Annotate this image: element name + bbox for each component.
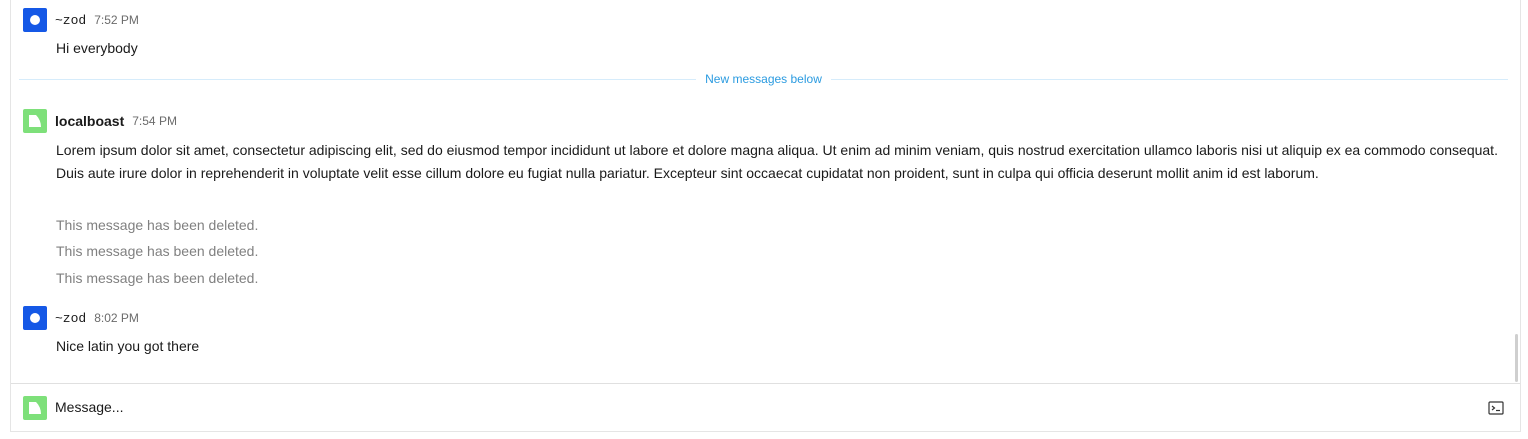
avatar-self xyxy=(23,396,47,420)
message-composer xyxy=(11,383,1520,431)
deleted-message: This message has been deleted. xyxy=(56,217,259,233)
timestamp: 8:02 PM xyxy=(94,311,139,325)
message-text: Nice latin you got there xyxy=(56,338,200,354)
timestamp: 7:52 PM xyxy=(94,13,139,27)
message-header: ~zod 8:02 PM xyxy=(23,306,139,330)
terminal-icon[interactable] xyxy=(1488,400,1504,416)
avatar-zod[interactable] xyxy=(23,8,47,32)
deleted-message: This message has been deleted. xyxy=(56,243,259,259)
timestamp: 7:54 PM xyxy=(132,114,177,128)
new-messages-label: New messages below xyxy=(705,72,822,86)
avatar-zod[interactable] xyxy=(23,306,47,330)
message-text: Lorem ipsum dolor sit amet, consectetur … xyxy=(56,142,1498,181)
message-text: Hi everybody xyxy=(56,40,138,56)
deleted-message: This message has been deleted. xyxy=(56,270,259,286)
scrollbar-thumb[interactable] xyxy=(1515,334,1518,382)
message-header: localboast 7:54 PM xyxy=(23,109,177,133)
author-name[interactable]: localboast xyxy=(55,113,124,129)
message-header: ~zod 7:52 PM xyxy=(23,8,139,32)
divider-line xyxy=(830,78,1508,80)
divider-line xyxy=(19,78,697,80)
sigil-icon xyxy=(29,115,41,127)
message-input[interactable] xyxy=(55,395,1435,419)
sigil-icon xyxy=(29,402,41,414)
author-name[interactable]: ~zod xyxy=(55,13,86,28)
avatar-localboast[interactable] xyxy=(23,109,47,133)
message-list[interactable]: ~zod 7:52 PM Hi everybody New messages b… xyxy=(11,0,1520,383)
author-name[interactable]: ~zod xyxy=(55,311,86,326)
chat-window: ~zod 7:52 PM Hi everybody New messages b… xyxy=(10,0,1521,432)
new-messages-divider: New messages below xyxy=(19,70,1508,88)
